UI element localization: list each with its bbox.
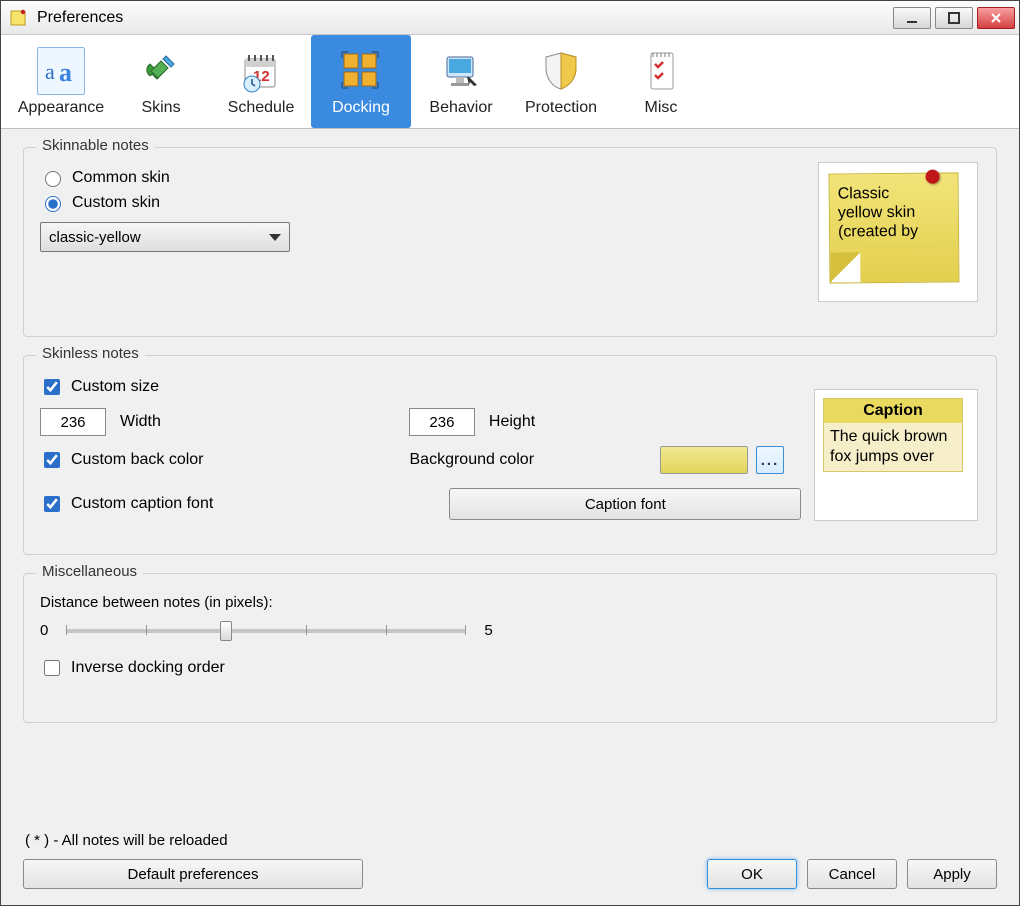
group-misc: Miscellaneous Distance between notes (in… [23,573,997,723]
behavior-icon [437,47,485,95]
schedule-icon: 12 [237,47,285,95]
slider-min: 0 [40,622,48,639]
tab-protection[interactable]: Protection [511,35,611,128]
preview-line: (created by [838,223,918,241]
maximize-button[interactable] [935,7,973,29]
preview-line: yellow skin [838,204,916,222]
group-skinless: Skinless notes Custom size Width Height … [23,355,997,555]
chk-custom-caption-font-label: Custom caption font [71,495,213,513]
chk-custom-size-label: Custom size [71,378,159,396]
button-label: Apply [933,866,971,883]
chk-inverse-docking[interactable] [44,660,60,676]
fold-icon [830,252,860,282]
height-label: Height [489,413,535,431]
apply-button[interactable]: Apply [907,859,997,889]
appearance-icon: aa [37,47,85,95]
tab-label: Protection [525,99,597,117]
bgcolor-label: Background color [410,451,535,469]
preview-line: Classic [838,185,890,202]
tab-label: Skins [141,99,180,117]
radio-common-label: Common skin [72,169,170,187]
group-title: Miscellaneous [36,563,143,580]
skins-icon [137,47,185,95]
button-label: Default preferences [128,866,259,883]
ok-button[interactable]: OK [707,859,797,889]
radio-common-skin[interactable] [45,171,61,187]
tab-skins[interactable]: Skins [111,35,211,128]
chevron-down-icon [269,234,281,241]
distance-slider[interactable] [66,617,466,643]
skin-combo[interactable]: classic-yellow [40,222,290,252]
distance-label: Distance between notes (in pixels): [40,594,980,611]
titlebar: Preferences [1,1,1019,35]
width-label: Width [120,413,161,431]
tab-misc[interactable]: Misc [611,35,711,128]
docking-icon [337,47,385,95]
footer-note: ( * ) - All notes will be reloaded [25,832,995,849]
group-skinnable: Skinnable notes Common skin Custom skin … [23,147,997,337]
skinless-preview: Caption The quick brown fox jumps over [814,389,978,521]
svg-text:a: a [45,59,55,84]
tab-label: Appearance [18,99,104,117]
chk-custom-size[interactable] [44,379,60,395]
slider-max: 5 [484,622,492,639]
button-label: Cancel [829,866,876,883]
width-input[interactable] [40,408,106,436]
chk-custom-backcolor-label: Custom back color [71,451,204,469]
radio-custom-label: Custom skin [72,194,160,212]
app-icon [9,8,29,28]
tab-appearance[interactable]: aa Appearance [11,35,111,128]
chk-custom-caption-font[interactable] [44,496,60,512]
skin-preview: Classic yellow skin (created by [818,162,978,302]
bgcolor-picker-button[interactable]: ... [756,446,784,474]
preview-caption: Caption [824,399,962,423]
slider-thumb[interactable] [220,621,232,641]
caption-font-button-label: Caption font [585,496,666,513]
chk-inverse-docking-label: Inverse docking order [71,659,225,677]
preview-text: The quick brown fox jumps over [824,423,962,471]
bgcolor-swatch [660,446,748,474]
height-input[interactable] [409,408,475,436]
group-title: Skinless notes [36,345,145,362]
svg-text:a: a [59,58,72,87]
tab-schedule[interactable]: 12 Schedule [211,35,311,128]
close-button[interactable] [977,7,1015,29]
pin-icon [925,170,939,184]
caption-font-button[interactable]: Caption font [449,488,801,520]
button-label: OK [741,866,763,883]
protection-icon [537,47,585,95]
default-preferences-button[interactable]: Default preferences [23,859,363,889]
tab-docking[interactable]: Docking [311,35,411,128]
minimize-button[interactable] [893,7,931,29]
tab-label: Misc [645,99,678,117]
body: Skinnable notes Common skin Custom skin … [1,129,1019,818]
tab-label: Schedule [228,99,295,117]
tab-label: Docking [332,99,390,117]
tab-toolbar: aa Appearance Skins 12 Schedule Docking [1,35,1019,129]
sticky-note-preview: Classic yellow skin (created by [829,172,960,283]
misc-icon [637,47,685,95]
cancel-button[interactable]: Cancel [807,859,897,889]
tab-label: Behavior [429,99,492,117]
group-title: Skinnable notes [36,137,155,154]
tab-behavior[interactable]: Behavior [411,35,511,128]
radio-custom-skin[interactable] [45,196,61,212]
preferences-window: Preferences aa Appearance Skins 12 Sched… [0,0,1020,906]
chk-custom-backcolor[interactable] [44,452,60,468]
skin-combo-value: classic-yellow [49,229,141,246]
footer: ( * ) - All notes will be reloaded Defau… [1,818,1019,905]
window-controls [893,7,1015,29]
window-title: Preferences [37,9,893,27]
